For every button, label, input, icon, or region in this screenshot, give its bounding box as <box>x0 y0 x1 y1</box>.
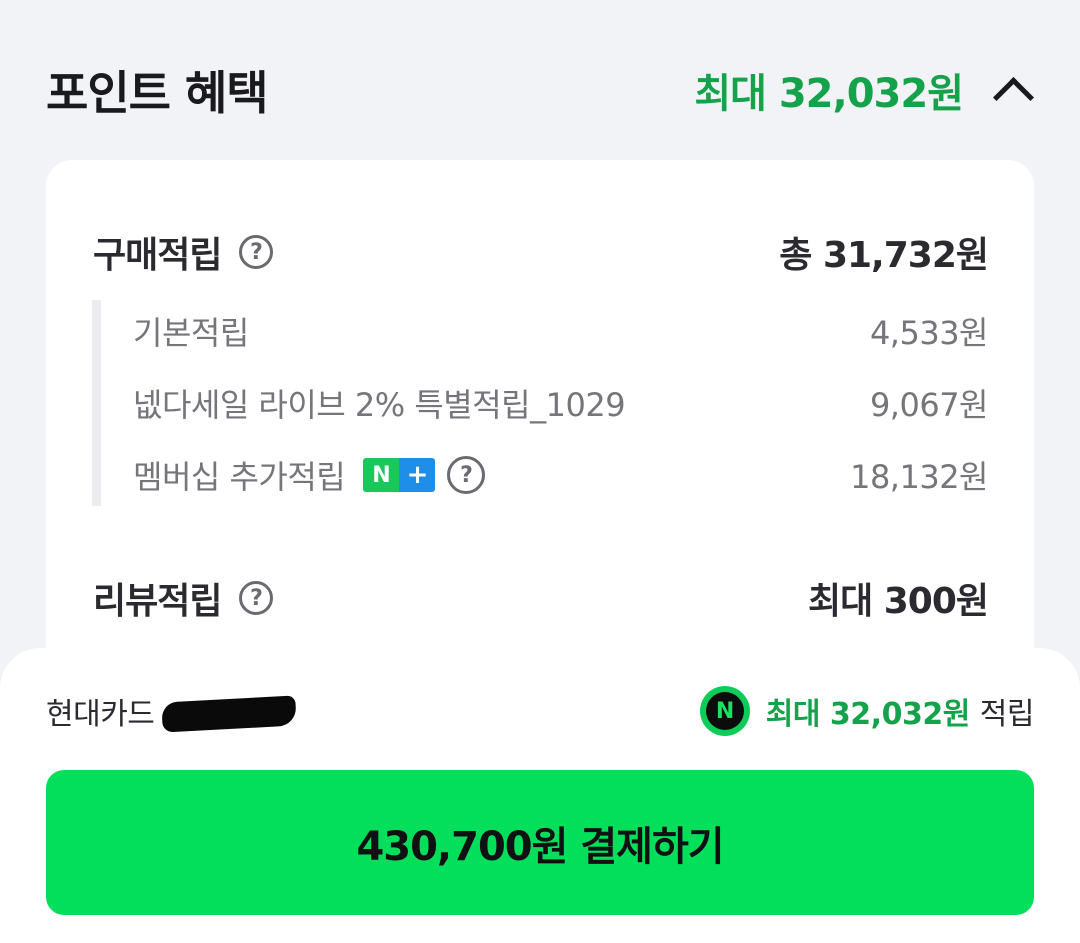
header-right: 최대 32,032원 <box>694 61 1035 119</box>
detail-value: 9,067원 <box>869 386 989 424</box>
card-name: 현대카드 <box>46 697 155 732</box>
review-reward-title: 리뷰적립 <box>93 581 222 622</box>
review-reward-value: 최대 300원 <box>807 581 989 622</box>
detail-label: 넶다세일 라이브 2% 특별적립_1029 <box>133 386 626 424</box>
chevron-up-icon[interactable] <box>992 76 1035 118</box>
plus-icon: + <box>399 458 436 492</box>
purchase-reward-total: 총 31,732원 <box>779 235 989 276</box>
point-benefit-card: 구매적립 ? 총 31,732원 기본적립 4,533원 넶다세일 라이브 2%… <box>46 160 1034 720</box>
redacted-card-number <box>161 695 298 733</box>
point-benefit-header[interactable]: 포인트 혜택 최대 32,032원 <box>46 50 1035 130</box>
pay-button[interactable]: 430,700원 결제하기 <box>46 770 1034 915</box>
detail-row-membership: 멤버십 추가적립 N + ? 18,132원 <box>133 450 988 500</box>
naver-pay-glyph: N <box>705 692 744 730</box>
detail-value: 4,533원 <box>869 314 989 352</box>
point-benefit-title: 포인트 혜택 <box>46 66 269 120</box>
review-reward-help-icon[interactable]: ? <box>239 581 274 615</box>
purchase-reward-details: 기본적립 4,533원 넶다세일 라이브 2% 특별적립_1029 9,067원… <box>92 300 989 506</box>
payment-reward-suffix: 적립 <box>979 697 1035 732</box>
naver-pay-icon: N <box>699 686 750 736</box>
payment-reward-summary: N 최대 32,032원 적립 <box>699 686 1035 736</box>
detail-row-special: 넶다세일 라이브 2% 특별적립_1029 9,067원 <box>133 378 989 428</box>
payment-reward-max: 최대 32,032원 <box>765 697 971 732</box>
purchase-reward-row: 구매적립 ? 총 31,732원 <box>93 226 989 278</box>
n-icon: N <box>363 458 400 492</box>
detail-value: 18,132원 <box>850 458 988 496</box>
purchase-reward-help-icon[interactable]: ? <box>239 235 274 269</box>
payment-method-row[interactable]: 현대카드 N 최대 32,032원 적립 <box>46 686 1035 736</box>
payment-bottom-sheet: 현대카드 N 최대 32,032원 적립 430,700원 결제하기 <box>0 648 1080 943</box>
detail-row-basic: 기본적립 4,533원 <box>133 306 989 356</box>
membership-help-icon[interactable]: ? <box>447 456 486 494</box>
purchase-reward-title: 구매적립 <box>93 235 222 276</box>
naver-plus-membership-badge: N + <box>363 458 436 492</box>
detail-label: 멤버십 추가적립 <box>133 458 346 496</box>
max-point-total: 최대 32,032원 <box>694 71 964 117</box>
review-reward-row: 리뷰적립 ? 최대 300원 <box>93 572 989 624</box>
detail-label: 기본적립 <box>133 314 249 352</box>
